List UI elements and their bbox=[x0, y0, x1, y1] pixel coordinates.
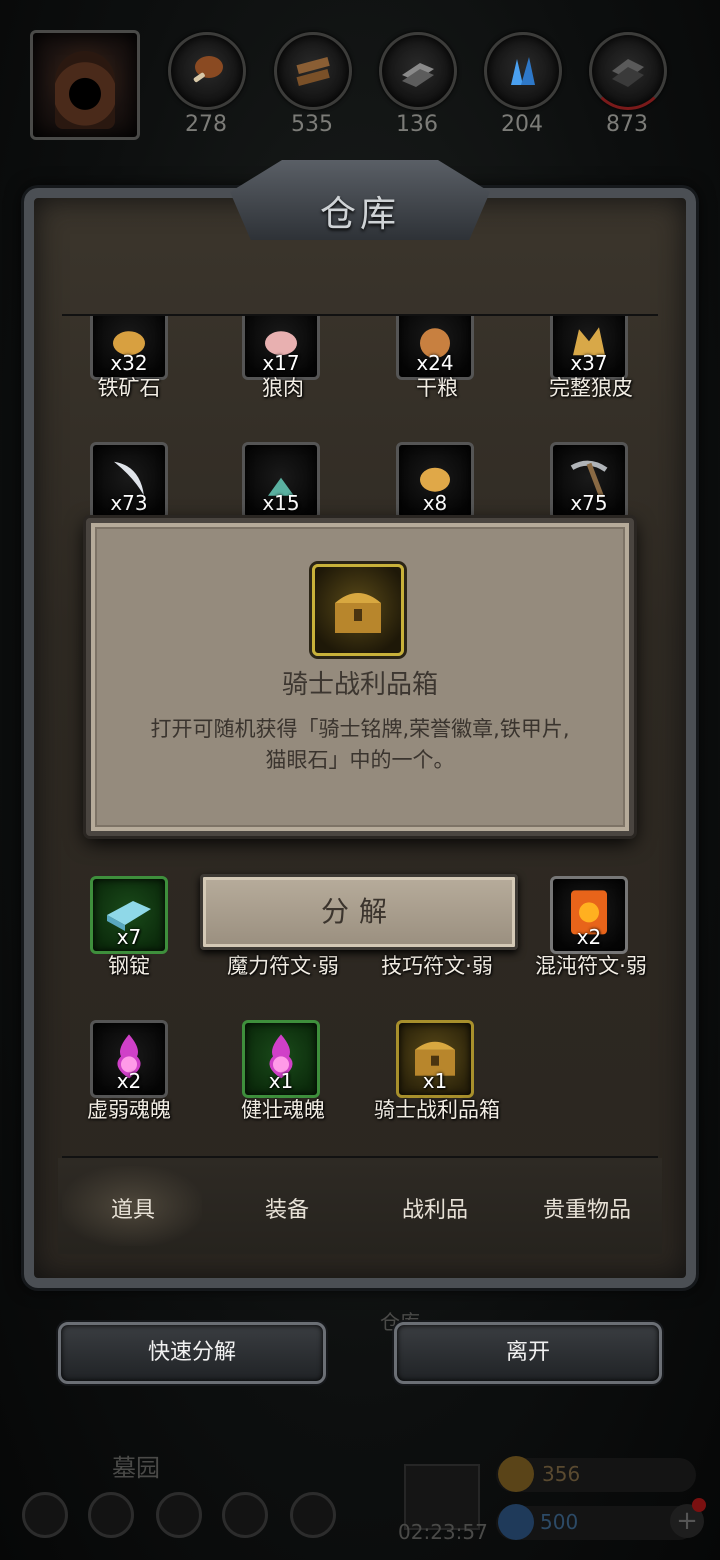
item-label: 虚弱魂魄 bbox=[87, 1098, 171, 1122]
gold-coin-icon bbox=[498, 1456, 534, 1492]
tab-valuables[interactable]: 贵重物品 bbox=[512, 1192, 662, 1224]
item-slot-steel-ingot[interactable]: x7 bbox=[90, 876, 168, 954]
item-slot-pickaxe[interactable]: x75 bbox=[550, 442, 628, 520]
resource-iron-value: 136 bbox=[396, 112, 438, 137]
item-qty: x8 bbox=[422, 491, 448, 515]
tab-loot[interactable]: 战利品 bbox=[360, 1192, 510, 1224]
resource-ore: 873 bbox=[589, 32, 667, 137]
item-label: 魔力符文·弱 bbox=[227, 954, 339, 978]
resource-wood: 535 bbox=[274, 32, 352, 137]
map-icon[interactable] bbox=[290, 1492, 336, 1538]
quests-icon[interactable] bbox=[156, 1492, 202, 1538]
item-label: 钢锭 bbox=[108, 954, 150, 978]
item-slot-rations[interactable]: x24 bbox=[396, 316, 474, 380]
player-portrait[interactable] bbox=[30, 30, 140, 140]
item-label: 骑士战利品箱 bbox=[374, 1098, 500, 1122]
item-label: 干粮 bbox=[416, 376, 458, 400]
item-label: 狼肉 bbox=[262, 376, 304, 400]
item-qty: x1 bbox=[268, 1069, 294, 1093]
tab-equipment[interactable]: 装备 bbox=[212, 1192, 362, 1224]
resource-iron: 136 bbox=[379, 32, 457, 137]
panel-title: 仓库 bbox=[319, 194, 400, 235]
resource-crystal-value: 204 bbox=[501, 112, 543, 137]
crystal-icon bbox=[511, 57, 535, 85]
item-qty: x73 bbox=[110, 491, 148, 515]
wood-icon bbox=[296, 56, 330, 86]
achievements-icon[interactable] bbox=[88, 1492, 134, 1538]
location-label: 墓园 bbox=[112, 1454, 160, 1482]
item-slot-crystal-dust[interactable]: x15 bbox=[242, 442, 320, 520]
popup-item-icon bbox=[312, 564, 404, 656]
item-slot-strong-soul[interactable]: x1 bbox=[242, 1020, 320, 1098]
item-slot-weak-soul[interactable]: x2 bbox=[90, 1020, 168, 1098]
gem-icon bbox=[498, 1504, 534, 1540]
ore-icon bbox=[612, 59, 644, 87]
meat-icon bbox=[193, 56, 223, 83]
item-grid-row1: x32 x17 x24 x37 铁矿石 狼肉 干粮 完整狼皮 bbox=[62, 316, 658, 404]
loot-chest-icon bbox=[335, 593, 381, 633]
item-slot-gold-ore[interactable]: x8 bbox=[396, 442, 474, 520]
iron-icon bbox=[402, 63, 434, 87]
item-slot-chaos-rune[interactable]: x2 bbox=[550, 876, 628, 954]
popup-desc-line1: 打开可随机获得「骑士铭牌,荣誉徽章,铁甲片, bbox=[150, 717, 570, 741]
item-qty: x1 bbox=[422, 1069, 448, 1093]
leave-button[interactable]: 离开 bbox=[394, 1322, 662, 1384]
gem-value: 500 bbox=[540, 1510, 579, 1534]
item-qty: x2 bbox=[116, 1069, 142, 1093]
resource-ore-value: 873 bbox=[606, 112, 648, 137]
item-qty: x2 bbox=[576, 925, 602, 949]
item-label: 技巧符文·弱 bbox=[381, 954, 493, 978]
item-qty: x7 bbox=[116, 925, 142, 949]
item-qty: x15 bbox=[262, 491, 300, 515]
notification-dot bbox=[692, 1498, 706, 1512]
resource-wood-value: 535 bbox=[291, 112, 333, 137]
item-label: 完整狼皮 bbox=[549, 376, 633, 400]
gold-value: 356 bbox=[542, 1462, 581, 1486]
item-slot-wolf-pelt[interactable]: x37 bbox=[550, 316, 628, 380]
quick-decompose-button[interactable]: 快速分解 bbox=[58, 1322, 326, 1384]
resource-meat: 278 bbox=[168, 32, 246, 137]
settings-icon[interactable] bbox=[22, 1492, 68, 1538]
item-label: 铁矿石 bbox=[97, 376, 161, 400]
mail-icon[interactable] bbox=[222, 1492, 268, 1538]
item-qty: x75 bbox=[570, 491, 608, 515]
resource-meat-value: 278 bbox=[185, 112, 227, 137]
tab-items[interactable]: 道具 bbox=[58, 1192, 208, 1224]
item-slot-wolf-meat[interactable]: x17 bbox=[242, 316, 320, 380]
decompose-button[interactable]: 分解 bbox=[200, 874, 518, 950]
popup-desc-line2: 猫眼石」中的一个。 bbox=[265, 748, 455, 772]
item-slot-knight-loot-box[interactable]: x1 bbox=[396, 1020, 474, 1098]
popup-item-name: 骑士战利品箱 bbox=[281, 670, 438, 700]
item-label: 混沌符文·弱 bbox=[535, 954, 647, 978]
item-slot-iron-ore[interactable]: x32 bbox=[90, 316, 168, 380]
popup-item-description: 打开可随机获得「骑士铭牌,荣誉徽章,铁甲片, 猫眼石」中的一个。 bbox=[120, 714, 600, 776]
resource-crystal: 204 bbox=[484, 32, 562, 137]
item-label: 健壮魂魄 bbox=[241, 1098, 325, 1122]
item-slot-claw[interactable]: x73 bbox=[90, 442, 168, 520]
gift-timer: 02:23:57 bbox=[398, 1520, 488, 1544]
